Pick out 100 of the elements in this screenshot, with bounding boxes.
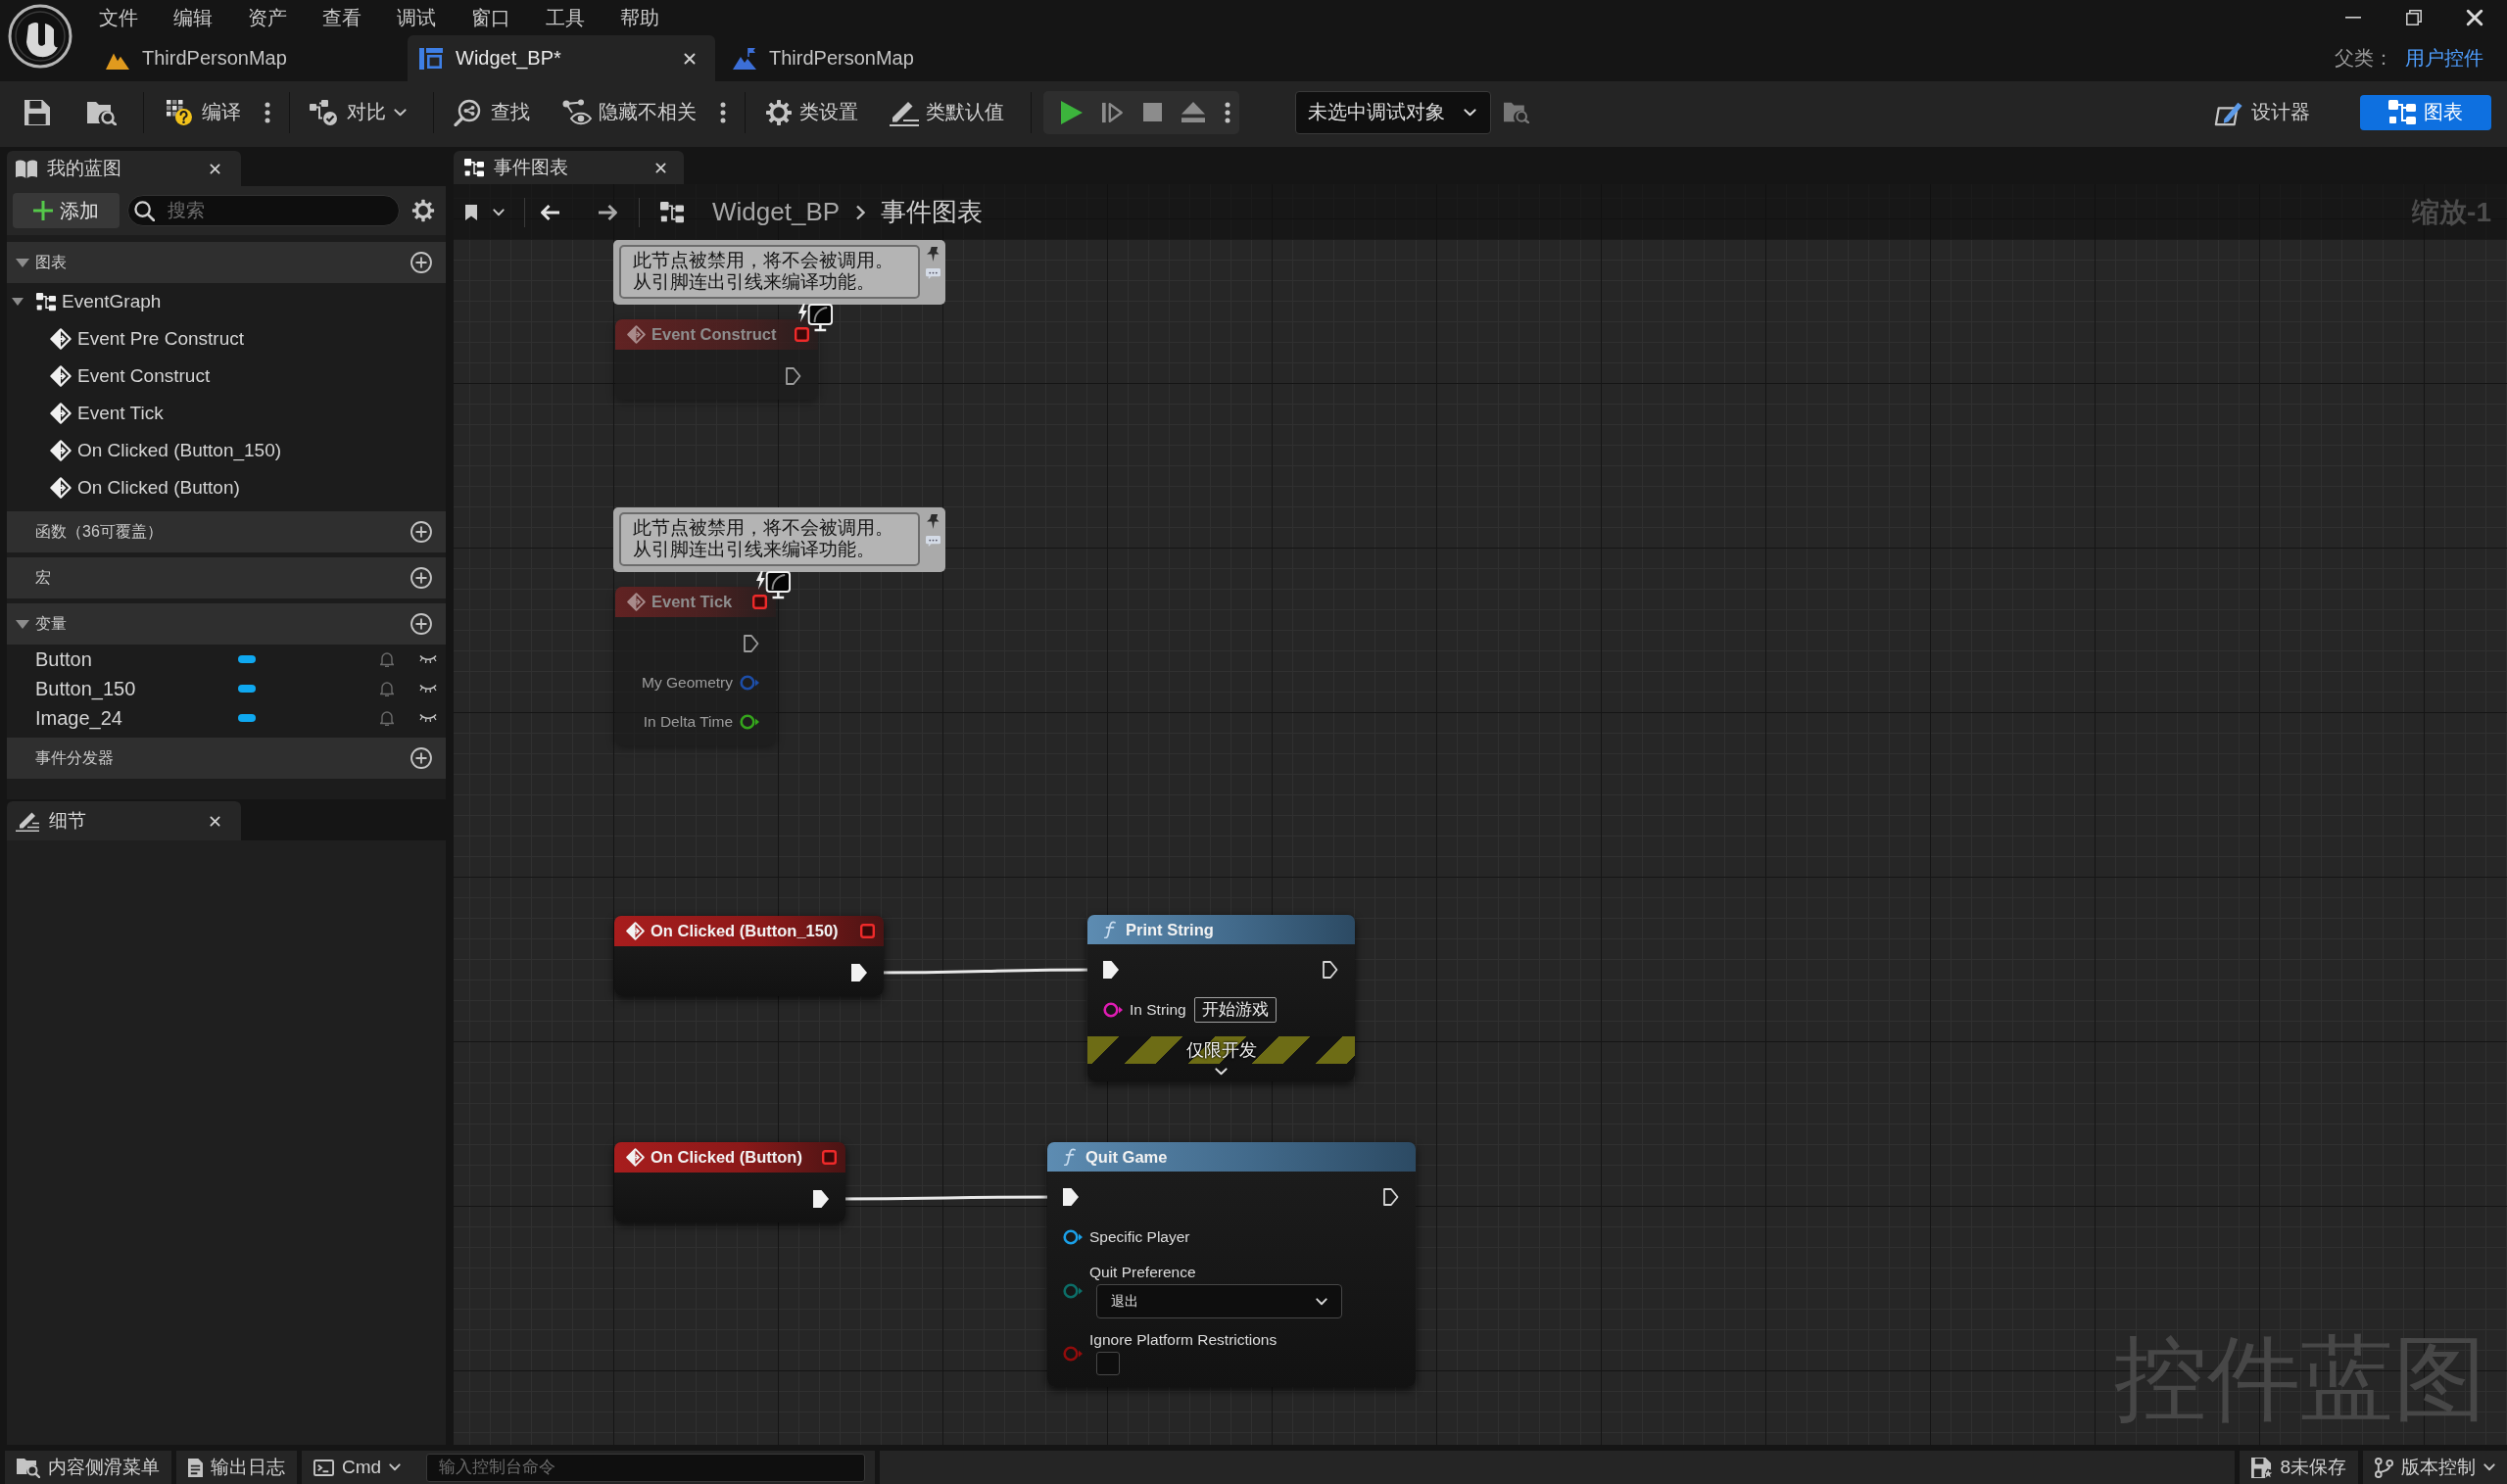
document-tab[interactable]: ThirdPersonMap [721,35,1029,81]
bell-icon[interactable] [380,710,394,726]
close-icon[interactable] [210,163,220,174]
hide-unrelated-button[interactable]: 隐藏不相关 [554,90,704,134]
event-node[interactable]: On Clicked (Button) [614,1142,845,1222]
add-circle-icon[interactable] [410,747,432,769]
menu-item[interactable]: 工具 [528,0,603,35]
menu-item[interactable]: 资产 [230,0,305,35]
enum-dropdown[interactable]: 退出 [1096,1284,1342,1318]
close-icon[interactable] [655,162,666,173]
parent-class-link[interactable]: 用户控件 [2405,45,2483,72]
diff-button[interactable]: 对比 [302,90,414,134]
add-circle-icon[interactable] [410,252,432,273]
checkbox[interactable] [1096,1352,1120,1375]
panel-tab[interactable]: 事件图表 [454,151,684,184]
breadcrumb-link[interactable]: Widget_BP [712,197,841,227]
tree-item[interactable]: On Clicked (Button_150) [7,432,446,469]
bell-icon[interactable] [380,651,394,667]
more-options-icon[interactable] [265,101,270,123]
tree-item[interactable]: On Clicked (Button) [7,469,446,506]
menu-item[interactable]: 编辑 [156,0,230,35]
source-control-button[interactable]: 版本控制 [2363,1451,2507,1484]
tree-item[interactable]: Event Pre Construct [7,320,446,358]
close-icon[interactable] [210,815,220,827]
eject-icon[interactable] [1181,102,1205,122]
expander-arrow-icon[interactable] [16,619,29,629]
exec-pin-icon[interactable] [1383,1188,1399,1206]
data-pin-icon[interactable] [1063,1283,1083,1299]
back-arrow-icon[interactable] [539,203,560,221]
tree-item[interactable]: Event Construct [7,358,446,395]
section-header[interactable]: 函数（36可覆盖） [7,511,446,552]
more-options-icon[interactable] [1225,101,1230,123]
exec-pin-icon[interactable] [1103,961,1119,979]
folder-search-icon[interactable] [87,99,117,125]
panel-tab[interactable]: 细节 [7,801,241,840]
compile-button[interactable]: 编译 [159,90,249,134]
closed-eye-icon[interactable] [419,713,437,723]
section-header[interactable]: 图表 [7,242,446,283]
speech-bubble-icon[interactable] [926,268,940,279]
output-log-button[interactable]: 输出日志 [176,1451,297,1484]
search-field[interactable]: 搜索 [127,195,400,226]
exec-pin-icon[interactable] [851,964,867,981]
play-icon[interactable] [1061,100,1083,124]
mode-tab[interactable]: 图表 [2360,94,2491,130]
expander-arrow-icon[interactable] [16,258,29,267]
pushpin-icon[interactable] [927,247,940,262]
menu-item[interactable]: 查看 [305,0,379,35]
chevron-down-icon[interactable] [493,208,505,216]
add-button[interactable]: 添加 [13,193,120,228]
menu-item[interactable]: 帮助 [603,0,677,35]
section-header[interactable]: 变量 [7,603,446,645]
menu-item[interactable]: 窗口 [454,0,528,35]
data-pin-icon[interactable] [1063,1229,1083,1245]
class-defaults-button[interactable]: 类默认值 [882,90,1012,134]
restore-icon[interactable] [2406,10,2422,25]
bell-icon[interactable] [380,681,394,696]
delegate-pin-icon[interactable] [822,1150,837,1165]
tree-item[interactable]: EventGraph [7,283,446,320]
step-forward-icon[interactable] [1102,101,1124,123]
close-icon[interactable] [684,52,696,65]
delegate-pin-icon[interactable] [860,924,875,938]
data-pin-icon[interactable] [1103,1002,1123,1018]
variable-item[interactable]: Button_150 [7,674,446,703]
document-tab[interactable]: ThirdPersonMap [94,35,402,81]
menu-item[interactable]: 调试 [379,0,454,35]
expander-arrow-icon[interactable] [12,298,24,306]
console-input[interactable]: 输入控制台命令 [426,1453,866,1482]
pushpin-icon[interactable] [927,514,940,529]
speech-bubble-icon[interactable] [926,536,940,547]
add-circle-icon[interactable] [410,567,432,589]
close-icon[interactable] [2466,9,2483,26]
exec-pin-icon[interactable] [813,1190,829,1208]
function-node[interactable]: Quit Game Specific Player Quit Preference 退出 Ignore Platform Restrictions [1047,1142,1416,1387]
add-circle-icon[interactable] [410,613,432,635]
unsaved-assets-button[interactable]: 8未保存 [2240,1451,2358,1484]
closed-eye-icon[interactable] [419,654,437,664]
mode-tab[interactable]: 设计器 [2204,94,2320,130]
class-settings-button[interactable]: 类设置 [757,90,866,134]
string-input-field[interactable]: 开始游戏 [1193,997,1277,1023]
panel-tab[interactable]: 我的蓝图 [7,151,241,186]
save-icon[interactable] [24,99,50,125]
console-command-dropdown[interactable]: Cmd [302,1451,413,1484]
closed-eye-icon[interactable] [419,684,437,694]
bookmark-icon[interactable] [465,204,477,220]
debug-object-dropdown[interactable]: 未选中调试对象 [1295,90,1491,134]
add-circle-icon[interactable] [410,521,432,543]
more-options-icon[interactable] [720,101,726,123]
find-button[interactable]: 查找 [446,90,538,134]
forward-arrow-icon[interactable] [598,203,619,221]
content-drawer-button[interactable]: 内容侧滑菜单 [5,1451,171,1484]
section-header[interactable]: 事件分发器 [7,738,446,779]
function-node[interactable]: Print String In String 开始游戏 仅限开发 [1087,915,1355,1081]
tree-item[interactable]: Event Tick [7,395,446,432]
settings-icon[interactable] [411,199,435,222]
menu-item[interactable]: 文件 [81,0,156,35]
variable-item[interactable]: Button [7,645,446,674]
section-header[interactable]: 宏 [7,557,446,598]
variable-item[interactable]: Image_24 [7,703,446,733]
document-tab[interactable]: Widget_BP* [408,35,715,81]
event-node[interactable]: On Clicked (Button_150) [614,916,884,996]
